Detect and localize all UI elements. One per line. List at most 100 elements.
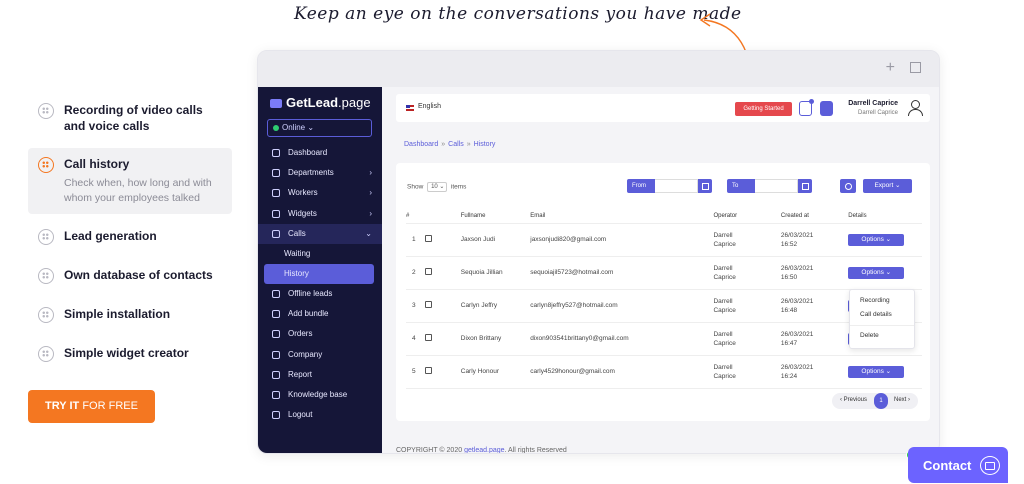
home-icon bbox=[272, 149, 280, 157]
sidebar-item[interactable]: Report bbox=[258, 365, 382, 385]
plus-icon[interactable]: + bbox=[886, 59, 895, 77]
to-date-input[interactable] bbox=[755, 179, 798, 193]
created-time: 16:24 bbox=[780, 372, 798, 380]
sidebar-item[interactable]: Logout bbox=[258, 405, 382, 425]
copyright-pre: COPYRIGHT © 2020 bbox=[396, 447, 465, 454]
getting-started-button[interactable]: Getting Started bbox=[735, 102, 792, 116]
feature-item[interactable]: Simple installation bbox=[28, 298, 232, 331]
row-checkbox[interactable] bbox=[424, 267, 432, 275]
breadcrumb-history[interactable]: History bbox=[474, 141, 496, 148]
row-checkbox[interactable] bbox=[424, 234, 432, 242]
breadcrumb-calls[interactable]: Calls bbox=[448, 141, 464, 148]
status-dropdown[interactable]: Online ⌄ bbox=[267, 119, 372, 137]
next-page-button[interactable]: Next › bbox=[894, 397, 910, 403]
feature-title: Lead generation bbox=[64, 229, 157, 243]
brand-main: GetLead bbox=[286, 95, 339, 110]
operator-first: Darrell bbox=[713, 330, 733, 338]
options-button[interactable]: Options ⌄ bbox=[848, 365, 905, 378]
sidebar-item[interactable]: Orders bbox=[258, 324, 382, 344]
feature-desc: Check when, how long and with whom your … bbox=[64, 177, 212, 204]
sidebar-item[interactable]: Dashboard bbox=[258, 143, 382, 163]
avatar-icon[interactable] bbox=[908, 100, 923, 116]
headline: Keep an eye on the conversations you hav… bbox=[294, 4, 742, 24]
sidebar-item[interactable]: Offline leads bbox=[258, 284, 382, 304]
chat-icon bbox=[272, 370, 280, 379]
feature-text: Simple widget creator bbox=[64, 345, 189, 362]
feature-title: Recording of video calls and voice calls bbox=[64, 103, 203, 133]
brand-logo[interactable]: GetLead.page bbox=[270, 95, 371, 110]
sidebar-item-label: Offline leads bbox=[288, 288, 333, 298]
sidebar-item[interactable]: Add bundle bbox=[258, 304, 382, 324]
sidebar-item-label: Departments bbox=[288, 168, 334, 178]
options-button[interactable]: Options ⌄ bbox=[848, 266, 905, 279]
fullname-cell: Sequoia Jillian bbox=[460, 256, 531, 290]
operator-first: Darrell bbox=[713, 363, 733, 371]
operator-cell: Darrell Caprice bbox=[713, 256, 781, 290]
contact-button[interactable]: Contact bbox=[908, 447, 1008, 483]
breadcrumb-dashboard[interactable]: Dashboard bbox=[404, 141, 438, 148]
row-checkbox[interactable] bbox=[424, 333, 432, 341]
phone-settings-icon[interactable] bbox=[799, 99, 814, 116]
feature-item[interactable]: Recording of video calls and voice calls bbox=[28, 94, 232, 142]
building-icon bbox=[272, 169, 280, 178]
from-date-input[interactable] bbox=[655, 179, 698, 193]
language-selector[interactable]: English bbox=[418, 103, 441, 110]
details-cell: Options ⌄ bbox=[848, 223, 922, 257]
video-chat-icon bbox=[980, 456, 1000, 475]
sidebar-item[interactable]: Calls ⌄ bbox=[258, 223, 382, 244]
feature-item[interactable]: Own database of contacts bbox=[28, 259, 232, 292]
menu-item-recording[interactable]: Recording bbox=[850, 294, 914, 308]
feature-item[interactable]: Simple widget creator bbox=[28, 337, 232, 370]
row-checkbox[interactable] bbox=[424, 300, 432, 308]
operator-cell: Darrell Caprice bbox=[713, 223, 781, 257]
sidebar-item[interactable]: Knowledge base bbox=[258, 385, 382, 405]
speaker-icon[interactable] bbox=[820, 101, 833, 116]
sidebar-item-label: Company bbox=[288, 349, 323, 359]
sidebar-subitem[interactable]: History bbox=[264, 263, 374, 284]
calendar-icon[interactable] bbox=[798, 179, 812, 193]
sidebar-item-label: Knowledge base bbox=[288, 389, 348, 399]
table-row: 4 Dixon Brittany dixon903541brittany0@gmai… bbox=[406, 322, 922, 356]
created-time: 16:50 bbox=[780, 273, 798, 281]
sidebar-item-label: Widgets bbox=[288, 208, 317, 218]
try-it-free-button[interactable]: TRY IT FOR FREE bbox=[28, 390, 155, 423]
copyright-link[interactable]: getlead.page bbox=[464, 447, 504, 453]
chevron-icon: ⌄ bbox=[365, 228, 372, 238]
sidebar-item-label: Add bundle bbox=[288, 309, 329, 319]
help-icon bbox=[272, 390, 280, 399]
operator-last: Caprice bbox=[713, 372, 736, 380]
operator-last: Caprice bbox=[713, 339, 736, 347]
feature-text: Recording of video calls and voice calls bbox=[64, 102, 222, 134]
search-button[interactable] bbox=[840, 179, 856, 193]
fullname-cell: Carlyn Jeffry bbox=[460, 289, 531, 323]
offline-icon bbox=[272, 289, 280, 298]
to-label: To bbox=[727, 179, 755, 193]
email-cell: carlyn8jeffry527@hotmail.com bbox=[530, 289, 714, 323]
export-button[interactable]: Export ⌄ bbox=[863, 179, 912, 193]
feature-item[interactable]: Lead generation bbox=[28, 220, 232, 253]
sidebar-item[interactable]: Workers › bbox=[258, 183, 382, 203]
feature-item[interactable]: Call history Check when, how long and wit… bbox=[28, 148, 232, 214]
current-page[interactable]: 1 bbox=[874, 393, 888, 409]
column-header: Details bbox=[848, 209, 922, 224]
menu-item-delete[interactable]: Delete bbox=[850, 329, 914, 343]
operator-first: Darrell bbox=[713, 264, 733, 272]
show-label: Show bbox=[407, 183, 424, 191]
copy-window-icon[interactable] bbox=[910, 62, 921, 73]
widget-icon bbox=[272, 209, 280, 218]
from-label: From bbox=[627, 179, 655, 193]
menu-item-call-details[interactable]: Call details bbox=[850, 308, 914, 322]
operator-last: Caprice bbox=[713, 273, 736, 281]
sidebar-item[interactable]: Company bbox=[258, 345, 382, 365]
to-date-filter: To bbox=[727, 179, 812, 193]
row-checkbox[interactable] bbox=[424, 366, 432, 374]
previous-page-button[interactable]: ‹ Previous bbox=[840, 397, 867, 403]
from-date-filter: From bbox=[627, 179, 712, 193]
sidebar-item[interactable]: Widgets › bbox=[258, 204, 382, 224]
options-button[interactable]: Options ⌄ bbox=[848, 233, 905, 246]
row-number: 2 bbox=[406, 256, 425, 290]
page-size-select[interactable]: 10 ⌄ bbox=[427, 182, 448, 192]
sidebar-subitem[interactable]: Waiting bbox=[258, 244, 382, 264]
sidebar-item[interactable]: Departments › bbox=[258, 163, 382, 183]
calendar-icon[interactable] bbox=[698, 179, 712, 193]
